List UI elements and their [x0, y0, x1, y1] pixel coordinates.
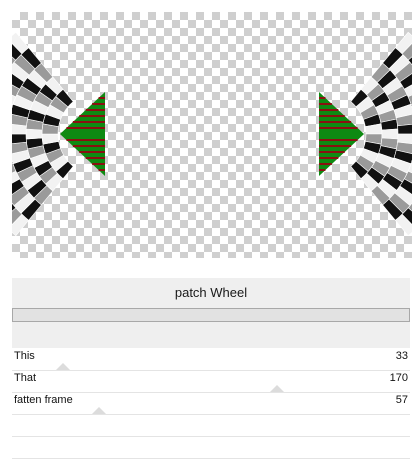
- slider-that-label: That: [14, 372, 37, 384]
- empty-row: [12, 436, 410, 459]
- slider-that[interactable]: That 170: [12, 370, 410, 393]
- slider-this[interactable]: This 33: [12, 348, 410, 371]
- slider-this-thumb[interactable]: [56, 363, 70, 370]
- slider-fatten-frame-thumb[interactable]: [92, 407, 106, 414]
- slider-this-value: 33: [395, 350, 408, 362]
- empty-row: [12, 414, 410, 437]
- slider-fatten-frame[interactable]: fatten frame 57: [12, 392, 410, 415]
- patch-panel: patch Wheel: [12, 278, 410, 348]
- image-preview: [12, 12, 412, 258]
- slider-this-label: This: [14, 350, 35, 362]
- wheel-segment-right: [381, 128, 399, 140]
- wheel-segment-right: [397, 123, 412, 135]
- slider-fatten-frame-value: 57: [395, 394, 408, 406]
- wheel-segment-left: [12, 133, 27, 145]
- wheel-segment-left: [25, 128, 43, 140]
- wheel-preview-graphic: [12, 31, 412, 237]
- slider-that-value: 170: [389, 372, 408, 384]
- slider-that-thumb[interactable]: [270, 385, 284, 392]
- slider-fatten-frame-label: fatten frame: [14, 394, 73, 406]
- panel-progress-bar[interactable]: [12, 308, 410, 322]
- panel-title: patch Wheel: [174, 285, 248, 300]
